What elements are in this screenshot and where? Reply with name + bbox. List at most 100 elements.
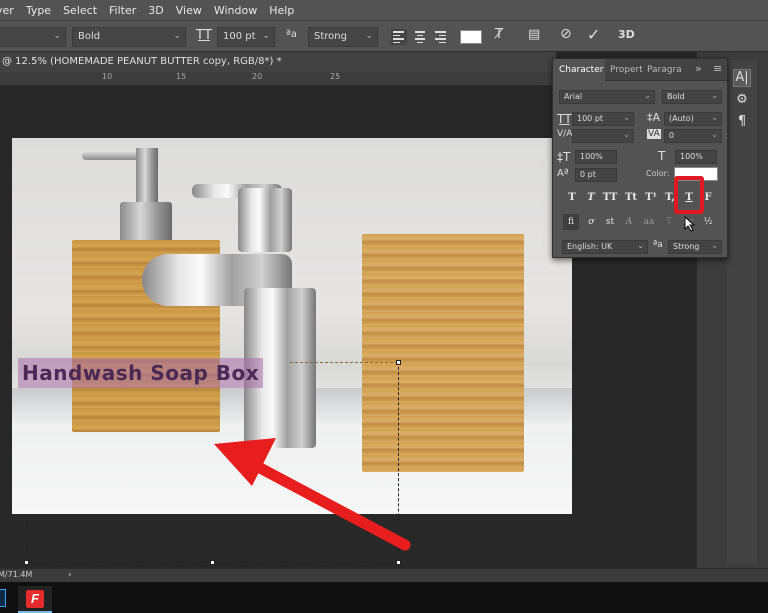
panel-font-style-select[interactable]: Bold ⌄ <box>662 90 722 104</box>
leading-select[interactable]: (Auto) ⌄ <box>664 112 722 126</box>
menu-layer[interactable]: yer <box>0 4 14 17</box>
chevron-down-icon: ⌄ <box>637 241 644 250</box>
panel-font-size-value: 100 pt <box>577 114 604 123</box>
faux-italic-button[interactable]: T <box>583 190 599 206</box>
antialias-icon: ªa <box>653 240 663 250</box>
transform-handle[interactable] <box>24 560 29 565</box>
status-expand-icon[interactable]: › <box>68 570 72 580</box>
superscript-button[interactable]: T¹ <box>643 190 659 206</box>
vertical-scale-icon: ‡T <box>557 150 571 164</box>
panel-collapse-icon[interactable]: » <box>695 62 702 75</box>
text-color-swatch[interactable] <box>460 30 482 44</box>
menu-filter[interactable]: Filter <box>109 4 136 17</box>
baseline-shift-value: 0 pt <box>580 170 596 179</box>
menu-3d[interactable]: 3D <box>148 4 163 17</box>
transform-handle[interactable] <box>210 560 215 565</box>
ruler-label: 15 <box>176 72 187 81</box>
document-title: @ 12.5% (HOMEMADE PEANUT BUTTER copy, RG… <box>2 56 282 67</box>
font-family-select[interactable]: ⌄ <box>0 27 66 47</box>
pump-neck <box>136 148 158 204</box>
tracking-icon: VA <box>647 129 661 139</box>
highlight-box <box>674 176 704 214</box>
vertical-scale-value: 100% <box>580 152 603 161</box>
panel-tabs: Character Propert Paragra » ≡ <box>553 59 727 81</box>
all-caps-button[interactable]: TT <box>602 190 618 206</box>
app-logo-icon: F <box>26 590 44 608</box>
chevron-down-icon: ⌄ <box>623 130 630 139</box>
swash-button[interactable]: A <box>621 214 637 230</box>
menu-bar: yer Type Select Filter 3D View Window He… <box>0 0 768 20</box>
text-layer-handwash[interactable]: Handwash Soap Box <box>18 358 264 388</box>
mouse-cursor-icon <box>684 216 696 232</box>
align-left-icon[interactable] <box>391 29 407 45</box>
photoshop-taskbar-icon[interactable] <box>0 589 6 607</box>
vertical-scale-field[interactable]: 100% <box>575 150 617 164</box>
tab-character[interactable]: Character <box>559 65 603 75</box>
character-panel-icon[interactable]: ▤ <box>528 27 540 42</box>
antialias-icon: ªa <box>286 29 297 40</box>
cancel-icon[interactable]: ⊘ <box>560 26 572 42</box>
language-select[interactable]: English: UK ⌄ <box>562 240 648 254</box>
panel-font-style-value: Bold <box>667 92 685 101</box>
titling-alternates-button[interactable]: T <box>661 214 677 230</box>
chevron-down-icon: ⌄ <box>711 91 718 100</box>
ruler-label: 20 <box>252 72 263 81</box>
character-panel-icon[interactable]: A| <box>733 69 751 87</box>
panel-font-family-select[interactable]: Arial ⌄ <box>559 90 655 104</box>
small-caps-button[interactable]: Tt <box>623 190 639 206</box>
pump-collar <box>120 202 172 244</box>
warp-text-icon[interactable]: Ⱦ <box>495 27 503 42</box>
discretionary-ligatures-button[interactable]: st <box>602 214 618 230</box>
panel-menu-icon[interactable]: ≡ <box>713 62 722 75</box>
font-style-select[interactable]: Bold ⌄ <box>72 27 186 47</box>
chevron-down-icon: ⌄ <box>711 113 718 122</box>
commit-icon[interactable]: ✓ <box>587 25 600 44</box>
leading-value: (Auto) <box>669 114 694 123</box>
transform-handle[interactable] <box>396 360 401 365</box>
panel-antialias-select[interactable]: Strong ⌄ <box>668 240 722 254</box>
panel-font-family-value: Arial <box>564 92 583 101</box>
kerning-icon: V/A <box>557 129 573 139</box>
3d-icon[interactable]: 3D <box>618 28 635 41</box>
kerning-select[interactable]: ⌄ <box>572 129 634 143</box>
transform-handle[interactable] <box>396 560 401 565</box>
horizontal-scale-value: 100% <box>680 152 703 161</box>
language-value: English: UK <box>567 242 613 251</box>
menu-select[interactable]: Select <box>63 4 97 17</box>
paragraph-icon[interactable]: ¶ <box>733 114 751 132</box>
font-style-value: Bold <box>78 31 101 42</box>
menu-window[interactable]: Window <box>214 4 257 17</box>
tracking-select[interactable]: 0 ⌄ <box>664 129 722 143</box>
font-size-select[interactable]: 100 pt ⌄ <box>217 27 275 47</box>
chevron-down-icon: ⌄ <box>262 31 270 41</box>
chevron-down-icon: ⌄ <box>53 31 61 41</box>
fractions-button[interactable]: ½ <box>700 214 716 230</box>
tab-paragraph[interactable]: Paragra <box>647 65 682 75</box>
ligatures-button[interactable]: fi <box>563 214 579 230</box>
font-size-icon: T͟T <box>196 28 212 43</box>
status-bar: M/71.4M › <box>0 568 768 582</box>
antialias-value: Strong <box>314 31 347 42</box>
menu-type[interactable]: Type <box>26 4 51 17</box>
baseline-shift-field[interactable]: 0 pt <box>575 168 617 182</box>
chevron-down-icon: ⌄ <box>711 130 718 139</box>
ruler-label: 25 <box>330 72 341 81</box>
align-center-icon[interactable] <box>412 29 428 45</box>
horizontal-ruler: 10 15 20 25 <box>0 72 556 86</box>
menu-help[interactable]: Help <box>269 4 294 17</box>
align-right-icon[interactable] <box>433 29 449 45</box>
app-taskbar-button[interactable]: F <box>18 586 52 613</box>
menu-view[interactable]: View <box>176 4 202 17</box>
options-bar: ⌄ Bold ⌄ T͟T 100 pt ⌄ ªa Strong ⌄ Ⱦ ▤ ⊘ ✓ 3… <box>0 20 768 52</box>
horizontal-scale-field[interactable]: 100% <box>675 150 717 164</box>
contextual-alternates-button[interactable]: ơ <box>583 214 599 230</box>
document-tab[interactable]: @ 12.5% (HOMEMADE PEANUT BUTTER copy, RG… <box>0 52 556 72</box>
panel-font-size-select[interactable]: 100 pt ⌄ <box>572 112 634 126</box>
faux-bold-button[interactable]: T <box>564 190 580 206</box>
antialias-select[interactable]: Strong ⌄ <box>308 27 378 47</box>
stylistic-alternates-button[interactable]: aa <box>641 214 657 230</box>
chevron-down-icon: ⌄ <box>173 31 181 41</box>
transform-edge-left <box>26 515 27 562</box>
tab-properties[interactable]: Propert <box>610 65 643 75</box>
properties-icon[interactable]: ⚙ <box>733 92 751 110</box>
